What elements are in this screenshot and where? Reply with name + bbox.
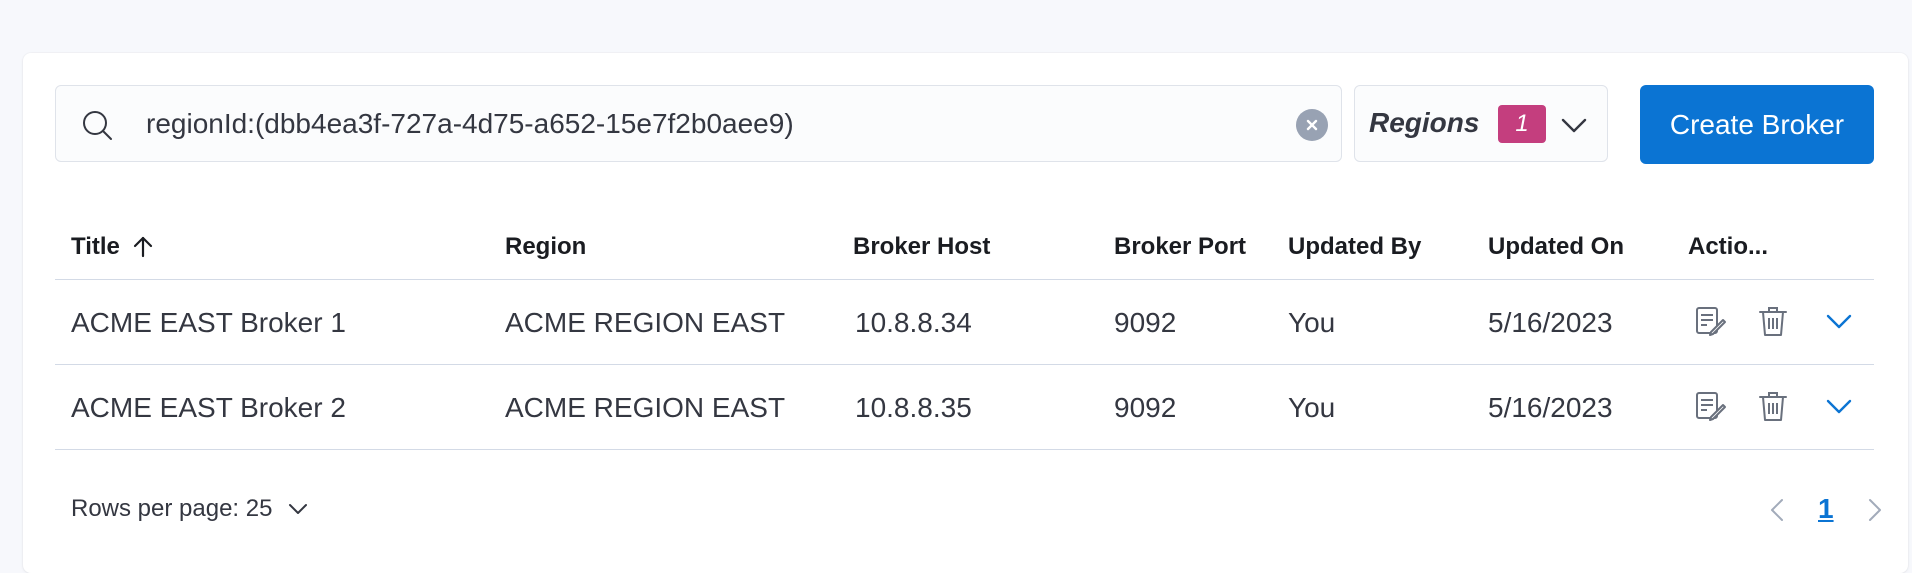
- chevron-down-icon: [1561, 118, 1587, 133]
- column-header-region[interactable]: Region: [505, 233, 586, 261]
- cell-region: ACME REGION EAST: [505, 307, 786, 338]
- cell-broker-port: 9092: [1114, 307, 1177, 338]
- edit-icon[interactable]: [1693, 304, 1727, 338]
- cell-broker-port: 9092: [1114, 392, 1177, 423]
- column-header-updated-by[interactable]: Updated By: [1288, 233, 1421, 261]
- search-bar[interactable]: [55, 85, 1342, 162]
- column-header-broker-host[interactable]: Broker Host: [853, 233, 990, 261]
- delete-icon[interactable]: [1756, 304, 1790, 338]
- edit-icon[interactable]: [1693, 389, 1727, 423]
- rows-per-page-button[interactable]: Rows per page: 25: [71, 495, 310, 523]
- cell-broker-host: 10.8.8.34: [855, 307, 972, 338]
- delete-icon[interactable]: [1756, 389, 1790, 423]
- brokers-table: Title Region Broker Host Broker Port Upd…: [55, 211, 1874, 450]
- arrow-up-icon: [133, 236, 153, 258]
- cell-broker-host: 10.8.8.35: [855, 392, 972, 423]
- cell-title: ACME EAST Broker 1: [71, 307, 346, 338]
- cell-updated-on: 5/16/2023: [1488, 392, 1613, 423]
- regions-filter-label: Regions: [1369, 107, 1480, 138]
- search-icon: [83, 111, 112, 140]
- cell-updated-by: You: [1288, 392, 1336, 423]
- chevron-down-icon[interactable]: [1825, 310, 1853, 332]
- column-header-updated-on[interactable]: Updated On: [1488, 233, 1624, 261]
- column-header-broker-port[interactable]: Broker Port: [1114, 233, 1246, 261]
- brokers-panel: Regions 1 Create Broker Title Region Bro…: [23, 53, 1908, 573]
- cell-region: ACME REGION EAST: [505, 392, 786, 423]
- regions-count-badge: 1: [1498, 105, 1546, 143]
- cell-updated-on: 5/16/2023: [1488, 307, 1613, 338]
- column-header-actions: Actio...: [1688, 233, 1769, 260]
- table-row: ACME EAST Broker 1 ACME REGION EAST 10.8…: [55, 280, 1874, 365]
- rows-per-page-label: Rows per page: 25: [71, 495, 273, 522]
- page-button-1[interactable]: 1: [1818, 493, 1834, 525]
- table-header: Title Region Broker Host Broker Port Upd…: [55, 211, 1874, 280]
- column-title-label: Title: [71, 233, 120, 260]
- clear-icon: [1306, 119, 1318, 131]
- search-input[interactable]: [134, 86, 1264, 161]
- chevron-left-icon[interactable]: [1767, 497, 1787, 523]
- chevron-down-icon[interactable]: [1825, 395, 1853, 417]
- regions-filter-button[interactable]: Regions 1: [1354, 85, 1608, 162]
- chevron-right-icon[interactable]: [1865, 497, 1885, 523]
- chevron-down-icon: [289, 504, 308, 514]
- cell-title: ACME EAST Broker 2: [71, 392, 346, 423]
- clear-search-button[interactable]: [1296, 109, 1328, 141]
- column-header-title[interactable]: Title: [71, 233, 156, 261]
- cell-updated-by: You: [1288, 307, 1336, 338]
- create-broker-button[interactable]: Create Broker: [1640, 85, 1874, 164]
- table-row: ACME EAST Broker 2 ACME REGION EAST 10.8…: [55, 365, 1874, 450]
- pagination: 1: [1745, 483, 1905, 533]
